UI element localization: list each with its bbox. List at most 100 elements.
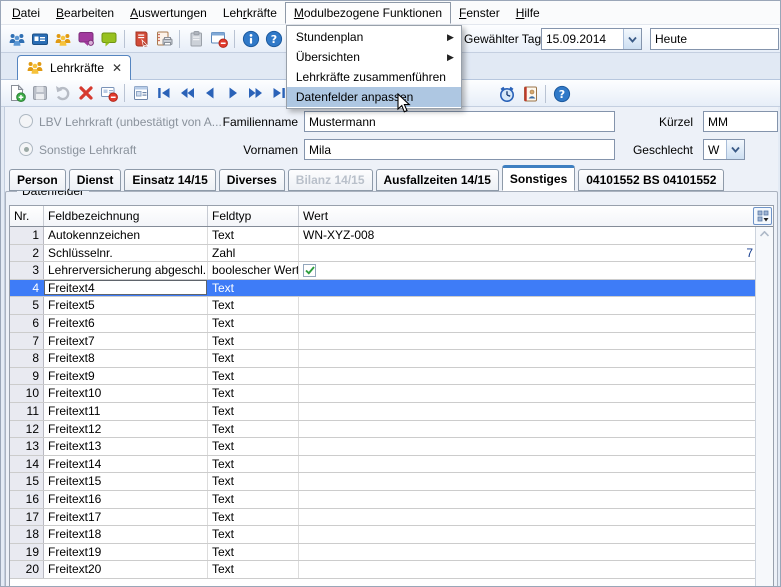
column-header-feldtyp[interactable]: Feldtyp — [208, 206, 299, 226]
form-view-icon[interactable] — [129, 82, 152, 104]
menu-hilfe[interactable]: Hilfe — [508, 2, 548, 24]
cell-feldbezeichnung[interactable]: Freitext8 — [44, 350, 208, 367]
table-row[interactable]: 9Freitext9Text — [10, 368, 757, 386]
cell-feldtyp[interactable]: Text — [208, 491, 299, 508]
cell-feldbezeichnung[interactable]: Schlüsselnr. — [44, 245, 208, 262]
tab-04101552-bs-04101552[interactable]: 04101552 BS 04101552 — [578, 169, 724, 191]
cell-feldbezeichnung[interactable]: Freitext15 — [44, 473, 208, 490]
cell-nr[interactable]: 19 — [10, 544, 44, 561]
table-row[interactable]: 16Freitext16Text — [10, 491, 757, 509]
cell-feldbezeichnung[interactable]: Freitext11 — [44, 403, 208, 420]
doc-tab-lehrkraefte[interactable]: Lehrkräfte ✕ — [17, 55, 131, 80]
cell-wert[interactable] — [299, 438, 757, 455]
staff-directory-icon[interactable] — [518, 83, 541, 105]
cell-wert[interactable]: 7 — [299, 245, 757, 262]
info-icon[interactable] — [239, 28, 262, 50]
card-remove-icon[interactable] — [97, 82, 120, 104]
menu-item-datenfelder-anpassen[interactable]: Datenfelder anpassen — [287, 87, 461, 107]
menu-bearbeiten[interactable]: Bearbeiten — [48, 2, 122, 24]
cell-feldbezeichnung[interactable]: Freitext4 — [44, 280, 208, 297]
menu-item--bersichten[interactable]: Übersichten▶ — [287, 47, 461, 67]
table-row[interactable]: 17Freitext17Text — [10, 509, 757, 527]
cell-feldbezeichnung[interactable]: Freitext14 — [44, 456, 208, 473]
cell-wert[interactable] — [299, 544, 757, 561]
table-row[interactable]: 7Freitext7Text — [10, 333, 757, 351]
cell-feldbezeichnung[interactable]: Freitext5 — [44, 297, 208, 314]
cell-feldtyp[interactable]: Text — [208, 473, 299, 490]
today-field[interactable]: Heute — [650, 28, 779, 50]
help-icon[interactable]: ? — [550, 83, 573, 105]
tab-diverses[interactable]: Diverses — [219, 169, 285, 191]
column-header-feldbezeichnung[interactable]: Feldbezeichnung — [44, 206, 208, 226]
tab-dienst[interactable]: Dienst — [69, 169, 122, 191]
cell-feldtyp[interactable]: boolescher Wert — [208, 262, 299, 279]
cell-wert[interactable] — [299, 262, 757, 279]
tab-einsatz-14-15[interactable]: Einsatz 14/15 — [124, 169, 215, 191]
cell-nr[interactable]: 17 — [10, 509, 44, 526]
cell-wert[interactable] — [299, 315, 757, 332]
alarm-clock-icon[interactable] — [495, 83, 518, 105]
table-row[interactable]: 6Freitext6Text — [10, 315, 757, 333]
column-header-nr[interactable]: Nr. — [10, 206, 44, 226]
cell-wert[interactable] — [299, 385, 757, 402]
cell-nr[interactable]: 9 — [10, 368, 44, 385]
cell-nr[interactable]: 18 — [10, 526, 44, 543]
cell-nr[interactable]: 10 — [10, 385, 44, 402]
cell-feldtyp[interactable]: Text — [208, 280, 299, 297]
cell-feldbezeichnung[interactable]: Freitext6 — [44, 315, 208, 332]
table-row[interactable]: 19Freitext19Text — [10, 544, 757, 562]
close-icon[interactable]: ✕ — [112, 61, 122, 75]
cell-feldtyp[interactable]: Text — [208, 421, 299, 438]
cell-feldtyp[interactable]: Text — [208, 561, 299, 578]
table-row[interactable]: 18Freitext18Text — [10, 526, 757, 544]
new-record-icon[interactable] — [5, 82, 28, 104]
table-row[interactable]: 2Schlüsselnr.Zahl7 — [10, 245, 757, 263]
cell-feldbezeichnung[interactable]: Freitext7 — [44, 333, 208, 350]
nav-prev-icon[interactable] — [198, 82, 221, 104]
cell-feldbezeichnung[interactable]: Freitext17 — [44, 509, 208, 526]
tab-sonstiges[interactable]: Sonstiges — [502, 165, 575, 191]
cell-wert[interactable]: WN-XYZ-008 — [299, 227, 757, 244]
geschlecht-combobox[interactable]: W — [703, 139, 745, 160]
book-search-icon[interactable] — [129, 28, 152, 50]
cell-wert[interactable] — [299, 280, 757, 297]
cell-feldtyp[interactable]: Text — [208, 526, 299, 543]
cell-feldtyp[interactable]: Text — [208, 385, 299, 402]
help-icon[interactable]: ? — [262, 28, 285, 50]
menu-datei[interactable]: Datei — [4, 2, 48, 24]
cell-nr[interactable]: 4 — [10, 280, 44, 297]
menu-auswertungen[interactable]: Auswertungen — [122, 2, 215, 24]
column-picker-button[interactable] — [753, 207, 772, 225]
students-group-icon[interactable] — [5, 28, 28, 50]
cell-feldbezeichnung[interactable]: Lehrerversicherung abgeschl. — [44, 262, 208, 279]
table-row[interactable]: 14Freitext14Text — [10, 456, 757, 474]
nav-next-icon[interactable] — [221, 82, 244, 104]
cell-nr[interactable]: 8 — [10, 350, 44, 367]
cell-nr[interactable]: 15 — [10, 473, 44, 490]
chevron-down-icon[interactable] — [726, 140, 744, 159]
cell-nr[interactable]: 1 — [10, 227, 44, 244]
cell-feldtyp[interactable]: Text — [208, 438, 299, 455]
cell-nr[interactable]: 6 — [10, 315, 44, 332]
cell-nr[interactable]: 3 — [10, 262, 44, 279]
cell-feldtyp[interactable]: Text — [208, 544, 299, 561]
scroll-up-icon[interactable] — [756, 227, 773, 244]
menu-modulbezogene-funktionen[interactable]: Modulbezogene Funktionen — [285, 2, 451, 24]
cell-wert[interactable] — [299, 491, 757, 508]
cell-feldbezeichnung[interactable]: Freitext19 — [44, 544, 208, 561]
delete-icon[interactable] — [74, 82, 97, 104]
cell-feldtyp[interactable]: Text — [208, 315, 299, 332]
tab-person[interactable]: Person — [9, 169, 66, 191]
cell-wert[interactable] — [299, 473, 757, 490]
cell-feldtyp[interactable]: Text — [208, 456, 299, 473]
message-green-icon[interactable] — [97, 28, 120, 50]
cell-feldtyp[interactable]: Text — [208, 350, 299, 367]
tab-bilanz-14-15[interactable]: Bilanz 14/15 — [288, 169, 373, 191]
table-row[interactable]: 8Freitext8Text — [10, 350, 757, 368]
teachers-group-icon[interactable] — [51, 28, 74, 50]
tab-ausfallzeiten-14-15[interactable]: Ausfallzeiten 14/15 — [376, 169, 499, 191]
cell-nr[interactable]: 13 — [10, 438, 44, 455]
cell-edit-input[interactable]: Freitext4 — [44, 280, 207, 296]
cell-nr[interactable]: 14 — [10, 456, 44, 473]
cell-feldbezeichnung[interactable]: Freitext20 — [44, 561, 208, 578]
